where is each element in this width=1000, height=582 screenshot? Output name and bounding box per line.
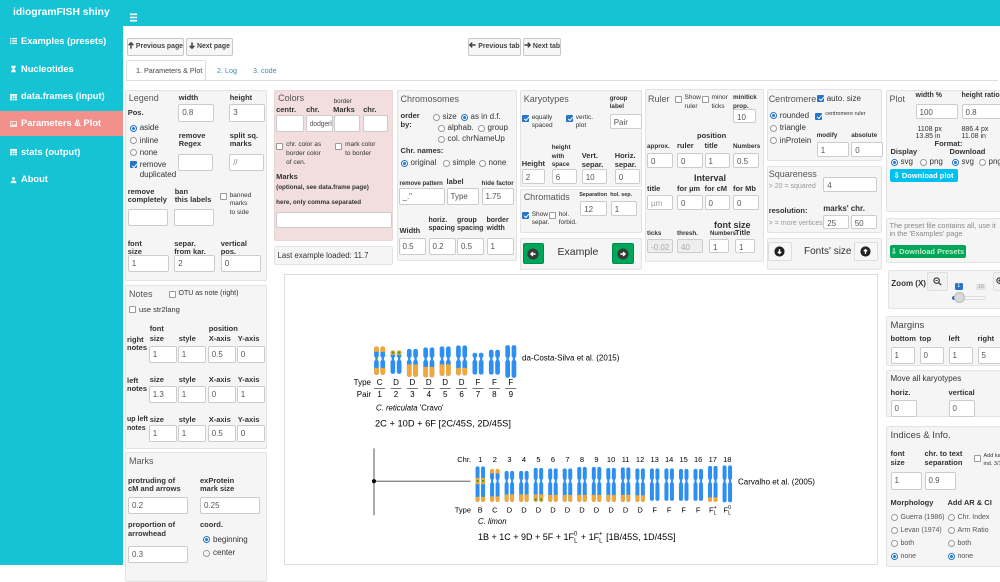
svg-text:D: D <box>426 377 432 386</box>
svg-text:8: 8 <box>580 454 584 463</box>
svg-text:10: 10 <box>607 454 615 463</box>
svg-text:6: 6 <box>551 454 555 463</box>
svg-text:7: 7 <box>476 389 481 398</box>
svg-text:8: 8 <box>492 389 497 398</box>
svg-text:12: 12 <box>636 454 644 463</box>
svg-text:4: 4 <box>522 454 526 463</box>
svg-text:D: D <box>459 377 465 386</box>
svg-text:2: 2 <box>394 389 399 398</box>
svg-text:Pair: Pair <box>357 389 372 398</box>
svg-text:4: 4 <box>427 389 432 398</box>
svg-text:D: D <box>608 505 614 514</box>
svg-text:C: C <box>377 377 383 386</box>
svg-text:2: 2 <box>493 454 497 463</box>
svg-text:da-Costa-Silva et al. (2015): da-Costa-Silva et al. (2015) <box>522 353 620 362</box>
svg-text:D: D <box>550 505 556 514</box>
svg-text:1B + 1C + 9D + 5F + 1FL0 + 1FL: 1B + 1C + 9D + 5F + 1FL0 + 1FL+ [1B/45S,… <box>478 531 676 544</box>
svg-text:5: 5 <box>536 454 540 463</box>
svg-text:1: 1 <box>478 454 482 463</box>
svg-text:D: D <box>521 505 527 514</box>
svg-text:FL0: FL0 <box>724 504 732 516</box>
svg-text:D: D <box>410 377 416 386</box>
svg-text:D: D <box>536 505 542 514</box>
svg-text:D: D <box>594 505 600 514</box>
svg-text:F: F <box>696 505 701 514</box>
svg-text:7: 7 <box>565 454 569 463</box>
svg-text:5: 5 <box>443 389 448 398</box>
svg-text:9: 9 <box>509 389 514 398</box>
svg-text:Type: Type <box>455 505 471 514</box>
svg-text:D: D <box>393 377 399 386</box>
svg-text:15: 15 <box>680 454 688 463</box>
svg-text:F: F <box>492 377 497 386</box>
svg-text:Type: Type <box>354 377 372 386</box>
svg-text:17: 17 <box>709 454 717 463</box>
svg-text:Chr.: Chr. <box>457 454 471 463</box>
svg-text:1: 1 <box>377 389 382 398</box>
svg-text:3: 3 <box>507 454 511 463</box>
svg-text:D: D <box>579 505 585 514</box>
svg-text:Carvalho et al. (2005): Carvalho et al. (2005) <box>738 477 815 486</box>
svg-text:FL+: FL+ <box>709 504 717 516</box>
svg-text:D: D <box>637 505 643 514</box>
svg-text:B: B <box>478 505 483 514</box>
svg-text:16: 16 <box>694 454 702 463</box>
svg-text:F: F <box>681 505 686 514</box>
svg-text:D: D <box>623 505 629 514</box>
svg-text:D: D <box>442 377 448 386</box>
svg-text:C. reticulata 'Cravo': C. reticulata 'Cravo' <box>376 403 444 412</box>
svg-text:2C + 10D + 6F [2C/45S, 2D/45S]: 2C + 10D + 6F [2C/45S, 2D/45S] <box>375 418 511 428</box>
svg-text:11: 11 <box>622 454 630 463</box>
svg-text:13: 13 <box>651 454 659 463</box>
svg-text:6: 6 <box>459 389 464 398</box>
svg-text:18: 18 <box>723 454 731 463</box>
svg-text:9: 9 <box>594 454 598 463</box>
svg-text:F: F <box>667 505 672 514</box>
svg-text:C: C <box>492 505 498 514</box>
svg-text:D: D <box>507 505 513 514</box>
svg-text:14: 14 <box>665 454 673 463</box>
svg-text:F: F <box>476 377 481 386</box>
svg-text:F: F <box>652 505 657 514</box>
svg-text:3: 3 <box>410 389 415 398</box>
svg-text:D: D <box>565 505 571 514</box>
svg-text:C. limon: C. limon <box>478 516 507 525</box>
svg-text:F: F <box>508 377 513 386</box>
